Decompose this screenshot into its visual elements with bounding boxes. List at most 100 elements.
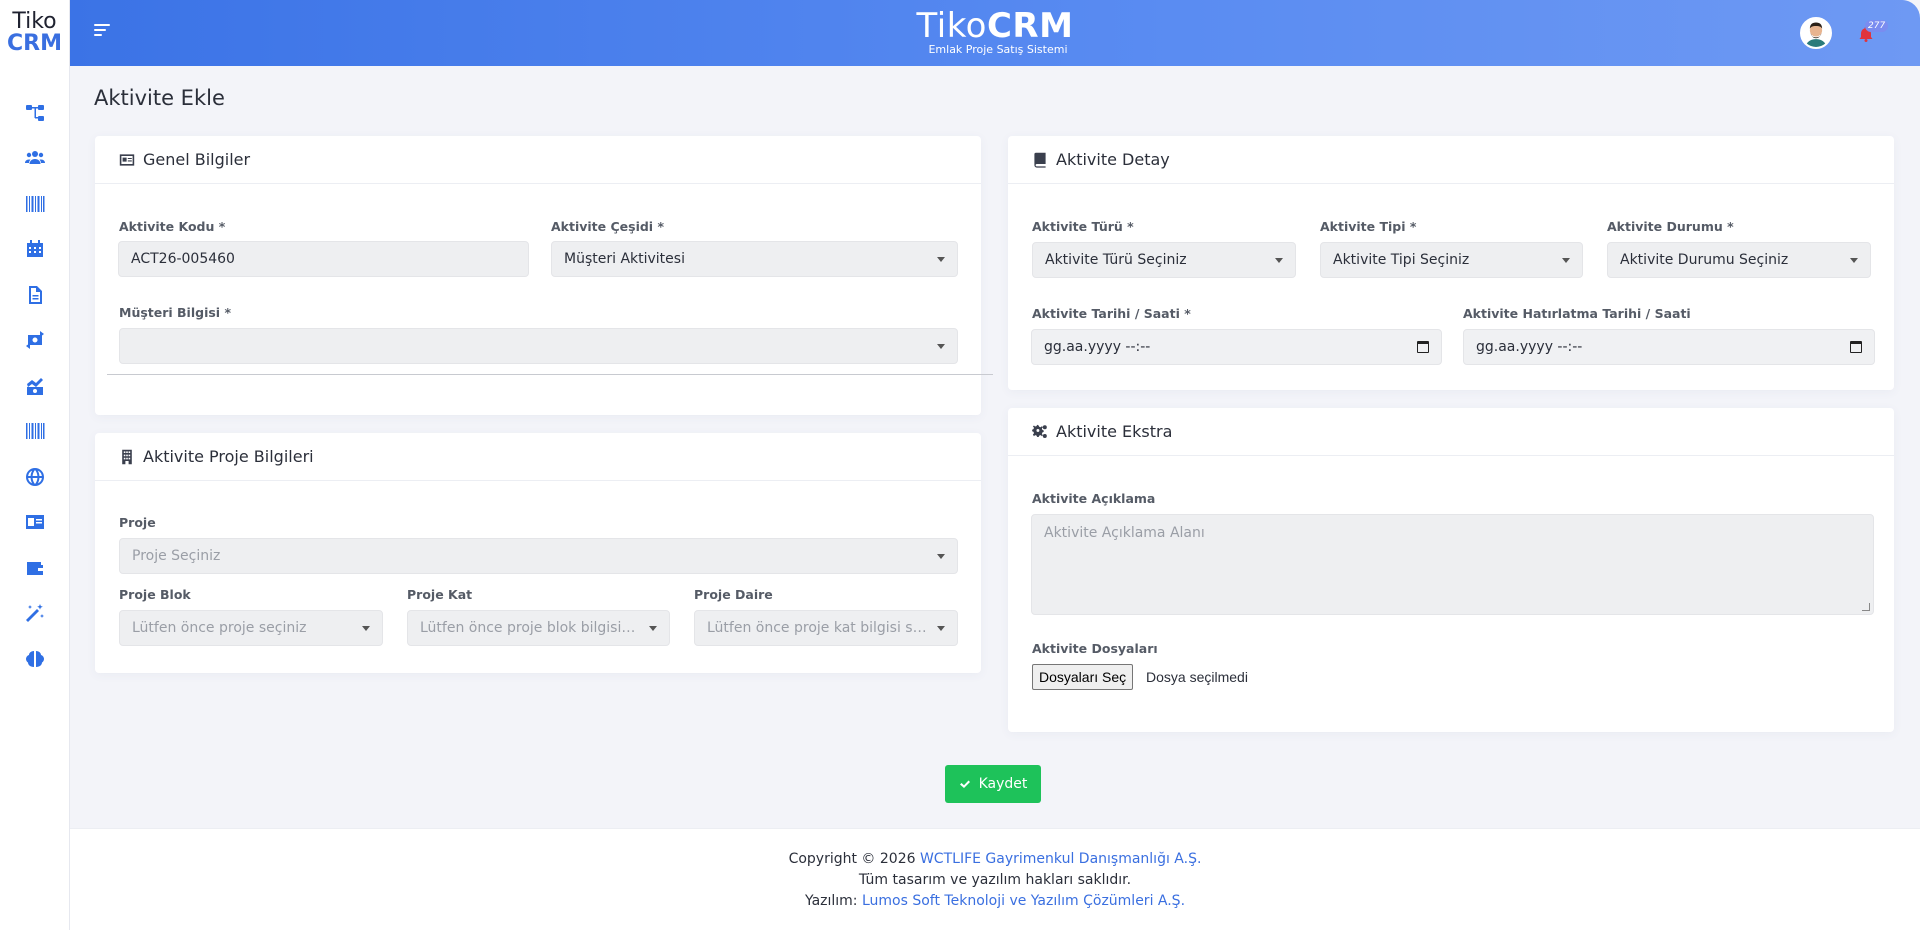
sidebar-item-web[interactable] <box>0 454 70 500</box>
document-icon <box>28 285 42 304</box>
wallet-icon <box>26 561 43 575</box>
activity-reminder-input[interactable]: gg.aa.yyyy --:-- <box>1463 329 1875 365</box>
activity-extra-card: Aktivite Ekstra Aktivite Açıklama Aktivi… <box>1008 408 1894 732</box>
activity-kind-value: Müşteri Aktivitesi <box>564 251 685 267</box>
activity-subtype-label: Aktivite Tipi * <box>1320 219 1417 234</box>
top-header: TikoCRM Emlak Proje Satış Sistemi 277 <box>70 0 1920 66</box>
sidebar-item-payments[interactable] <box>0 318 70 364</box>
footer: Copyright © 2026 WCTLIFE Gayrimenkul Dan… <box>70 828 1920 930</box>
check-icon <box>959 780 970 788</box>
chevron-down-icon <box>1275 258 1283 263</box>
activity-code-label: Aktivite Kodu * <box>119 219 226 234</box>
customer-info-label: Müşteri Bilgisi * <box>119 305 231 320</box>
project-floor-select[interactable]: Lütfen önce proje blok bilgisi seçiniz <box>407 610 670 646</box>
activity-description-placeholder: Aktivite Açıklama Alanı <box>1044 525 1205 541</box>
activity-description-textarea[interactable]: Aktivite Açıklama Alanı <box>1031 514 1874 615</box>
user-avatar-icon <box>1802 19 1830 47</box>
sidebar: Tiko CRM <box>0 0 70 930</box>
sidebar-item-ai[interactable] <box>0 636 70 682</box>
brand-light: Tiko <box>916 6 987 46</box>
sidebar-item-stock[interactable] <box>0 409 70 455</box>
sidebar-item-sales[interactable] <box>0 363 70 409</box>
activity-type-label: Aktivite Türü * <box>1032 219 1134 234</box>
activity-detail-title: Aktivite Detay <box>1056 150 1170 169</box>
project-block-placeholder: Lütfen önce proje seçiniz <box>132 620 307 636</box>
project-unit-label: Proje Daire <box>694 587 773 602</box>
resize-handle[interactable] <box>1862 603 1870 611</box>
calendar-icon <box>26 240 43 258</box>
barcode-icon <box>25 195 44 212</box>
activity-date-label: Aktivite Tarihi / Saati * <box>1032 306 1191 321</box>
notifications-button[interactable]: 277 <box>1858 20 1889 44</box>
page-title: Aktivite Ekle <box>94 86 225 110</box>
id-card-icon <box>25 515 44 530</box>
activity-type-select[interactable]: Aktivite Türü Seçiniz <box>1032 242 1296 278</box>
activity-kind-select[interactable]: Müşteri Aktivitesi <box>551 241 958 277</box>
activity-status-label: Aktivite Durumu * <box>1607 219 1734 234</box>
magic-wand-icon <box>25 604 44 623</box>
chevron-down-icon <box>937 257 945 262</box>
activity-subtype-select[interactable]: Aktivite Tipi Seçiniz <box>1320 242 1583 278</box>
copyright-prefix: Copyright © 2026 <box>788 851 916 867</box>
sidebar-item-inventory[interactable] <box>0 181 70 227</box>
avatar[interactable] <box>1800 17 1832 49</box>
project-info-title: Aktivite Proje Bilgileri <box>143 447 314 466</box>
choose-files-button[interactable]: Dosyaları Seç <box>1032 664 1134 690</box>
project-floor-label: Proje Kat <box>407 587 473 602</box>
activity-kind-label: Aktivite Çeşidi * <box>551 219 664 234</box>
book-icon <box>1034 152 1046 168</box>
barcode-icon <box>25 423 44 440</box>
project-label: Proje <box>119 515 156 530</box>
chevron-down-icon <box>937 626 945 631</box>
chevron-down-icon <box>1562 258 1570 263</box>
building-icon <box>122 449 132 464</box>
files-status: Dosya seçilmedi <box>1146 669 1248 685</box>
project-block-label: Proje Blok <box>119 587 191 602</box>
sidebar-item-calendar[interactable] <box>0 227 70 273</box>
activity-status-select[interactable]: Aktivite Durumu Seçiniz <box>1607 242 1871 278</box>
divider <box>107 374 993 375</box>
notification-count-badge: 277 <box>1865 20 1889 32</box>
company-link[interactable]: WCTLIFE Gayrimenkul Danışmanlığı A.Ş. <box>920 851 1201 867</box>
rights-text: Tüm tasarım ve yazılım hakları saklıdır. <box>858 872 1132 888</box>
brand: TikoCRM Emlak Proje Satış Sistemi <box>70 8 1920 56</box>
sidebar-item-contacts[interactable] <box>0 500 70 546</box>
activity-files-label: Aktivite Dosyaları <box>1032 641 1158 656</box>
brand-subtitle: Emlak Proje Satış Sistemi <box>928 43 1068 56</box>
activity-date-input[interactable]: gg.aa.yyyy --:-- <box>1031 329 1442 365</box>
chevron-down-icon <box>649 626 657 631</box>
sidebar-item-documents[interactable] <box>0 272 70 318</box>
sidebar-item-wallet[interactable] <box>0 545 70 591</box>
activity-subtype-value: Aktivite Tipi Seçiniz <box>1333 252 1470 268</box>
sidebar-item-customers[interactable] <box>0 136 70 182</box>
money-exchange-icon <box>25 331 44 350</box>
activity-extra-header: Aktivite Ekstra <box>1008 408 1894 456</box>
customer-info-select[interactable] <box>119 328 958 364</box>
sidebar-item-organization[interactable] <box>0 90 70 136</box>
logo-line1: Tiko <box>12 9 57 34</box>
save-button[interactable]: Kaydet <box>945 765 1041 803</box>
project-block-select[interactable]: Lütfen önce proje seçiniz <box>119 610 383 646</box>
general-info-header: Genel Bilgiler <box>95 136 981 184</box>
project-select[interactable]: Proje Seçiniz <box>119 538 958 574</box>
chevron-down-icon <box>937 344 945 349</box>
gears-icon <box>1032 424 1047 438</box>
brain-icon <box>25 650 44 667</box>
software-prefix: Yazılım: <box>804 893 858 909</box>
activity-detail-header: Aktivite Detay <box>1008 136 1894 184</box>
activity-date-value: gg.aa.yyyy --:-- <box>1044 339 1151 355</box>
id-card-icon <box>119 153 135 166</box>
calendar-icon[interactable] <box>1417 341 1429 353</box>
activity-reminder-label: Aktivite Hatırlatma Tarihi / Saati <box>1463 306 1691 321</box>
project-unit-select[interactable]: Lütfen önce proje kat bilgisi seçiniz <box>694 610 958 646</box>
software-company-link[interactable]: Lumos Soft Teknoloji ve Yazılım Çözümler… <box>862 893 1185 909</box>
chart-money-icon <box>26 377 43 395</box>
activity-description-label: Aktivite Açıklama <box>1032 491 1156 506</box>
sidebar-item-tools[interactable] <box>0 591 70 637</box>
app-logo[interactable]: Tiko CRM <box>0 0 69 66</box>
general-info-title: Genel Bilgiler <box>143 150 251 169</box>
activity-status-value: Aktivite Durumu Seçiniz <box>1620 252 1789 268</box>
calendar-icon[interactable] <box>1850 341 1862 353</box>
activity-code-input[interactable]: ACT26-005460 <box>118 241 529 277</box>
project-floor-placeholder: Lütfen önce proje blok bilgisi seçiniz <box>420 620 669 636</box>
